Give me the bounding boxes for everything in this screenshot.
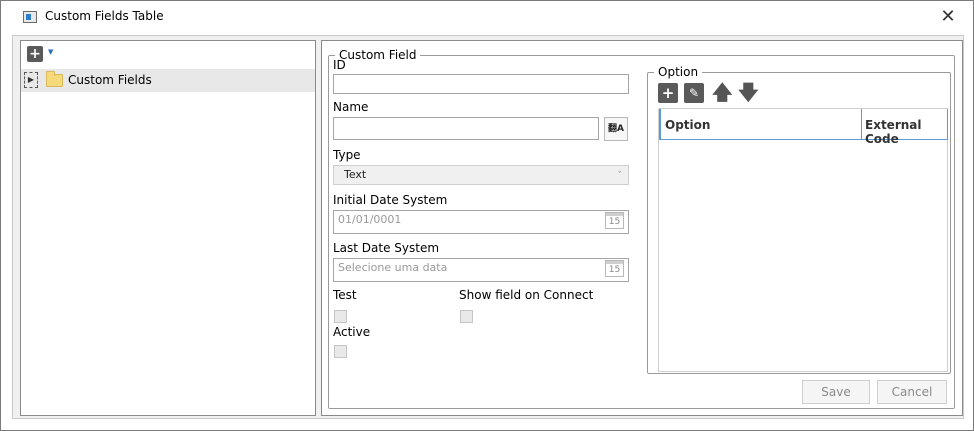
test-label: Test [333,288,357,302]
column-header-option[interactable]: Option [665,118,710,132]
column-divider[interactable] [861,109,862,140]
id-label: ID [333,58,346,72]
move-down-arrow-icon[interactable]: 🡇 [738,82,759,102]
type-label: Type [333,148,361,162]
initial-date-value: 01/01/0001 [338,213,402,226]
main-panel: Custom Field ID Name 翻A Type Text ˅ Init… [321,40,963,416]
tree-add-dropdown-icon[interactable]: ▼ [48,48,53,56]
title-bar: Custom Fields Table ✕ [1,1,973,33]
last-date-picker[interactable]: Selecione uma data 15 [333,258,629,282]
id-input[interactable] [333,74,629,94]
option-grid[interactable]: Option External Code [658,108,948,372]
save-button[interactable]: Save [802,380,870,404]
show-field-checkbox[interactable] [460,310,473,323]
client-area: + ▼ ▶ Custom Fields Custom Field ID Name… [12,35,964,419]
folder-icon [46,71,63,87]
active-checkbox[interactable] [334,345,347,358]
edit-option-icon[interactable]: ✎ [684,83,704,103]
show-field-label: Show field on Connect [459,288,594,302]
calendar-icon[interactable]: 15 [605,260,624,277]
name-input[interactable] [333,117,599,140]
move-up-arrow-icon[interactable]: 🡅 [712,82,733,102]
expand-arrow-icon[interactable]: ▶ [24,72,38,88]
last-date-placeholder: Selecione uma data [338,261,448,274]
option-group: Option + ✎ 🡅 🡇 Option External Code [647,65,951,374]
chevron-down-icon: ˅ [617,171,623,181]
active-label: Active [333,325,371,339]
type-select-value: Text [344,168,367,181]
tree-panel: + ▼ ▶ Custom Fields [20,40,316,416]
tree-item-label: Custom Fields [68,73,152,87]
calendar-icon[interactable]: 15 [605,212,624,229]
grid-header: Option External Code [659,109,948,146]
custom-field-group: Custom Field ID Name 翻A Type Text ˅ Init… [328,48,955,409]
tree-add-button[interactable]: + [27,46,43,62]
name-label: Name [333,100,369,114]
add-option-button[interactable]: + [658,83,678,103]
window-title: Custom Fields Table [45,9,164,23]
column-header-external-code[interactable]: External Code [865,118,947,146]
custom-fields-window: Custom Fields Table ✕ + ▼ ▶ Custom Field… [0,0,974,431]
translate-icon[interactable]: 翻A [604,117,628,141]
initial-date-label: Initial Date System [333,193,448,207]
test-checkbox[interactable] [334,310,347,323]
option-legend: Option [654,65,703,79]
initial-date-picker[interactable]: 01/01/0001 15 [333,210,629,234]
app-window-icon [23,11,37,23]
cancel-button[interactable]: Cancel [877,380,947,404]
close-icon[interactable]: ✕ [931,3,965,31]
custom-field-legend: Custom Field [335,48,421,62]
tree-item-custom-fields[interactable]: ▶ Custom Fields [21,69,315,92]
last-date-label: Last Date System [333,241,440,255]
column-divider[interactable] [947,109,948,140]
type-select[interactable]: Text ˅ [333,165,629,185]
